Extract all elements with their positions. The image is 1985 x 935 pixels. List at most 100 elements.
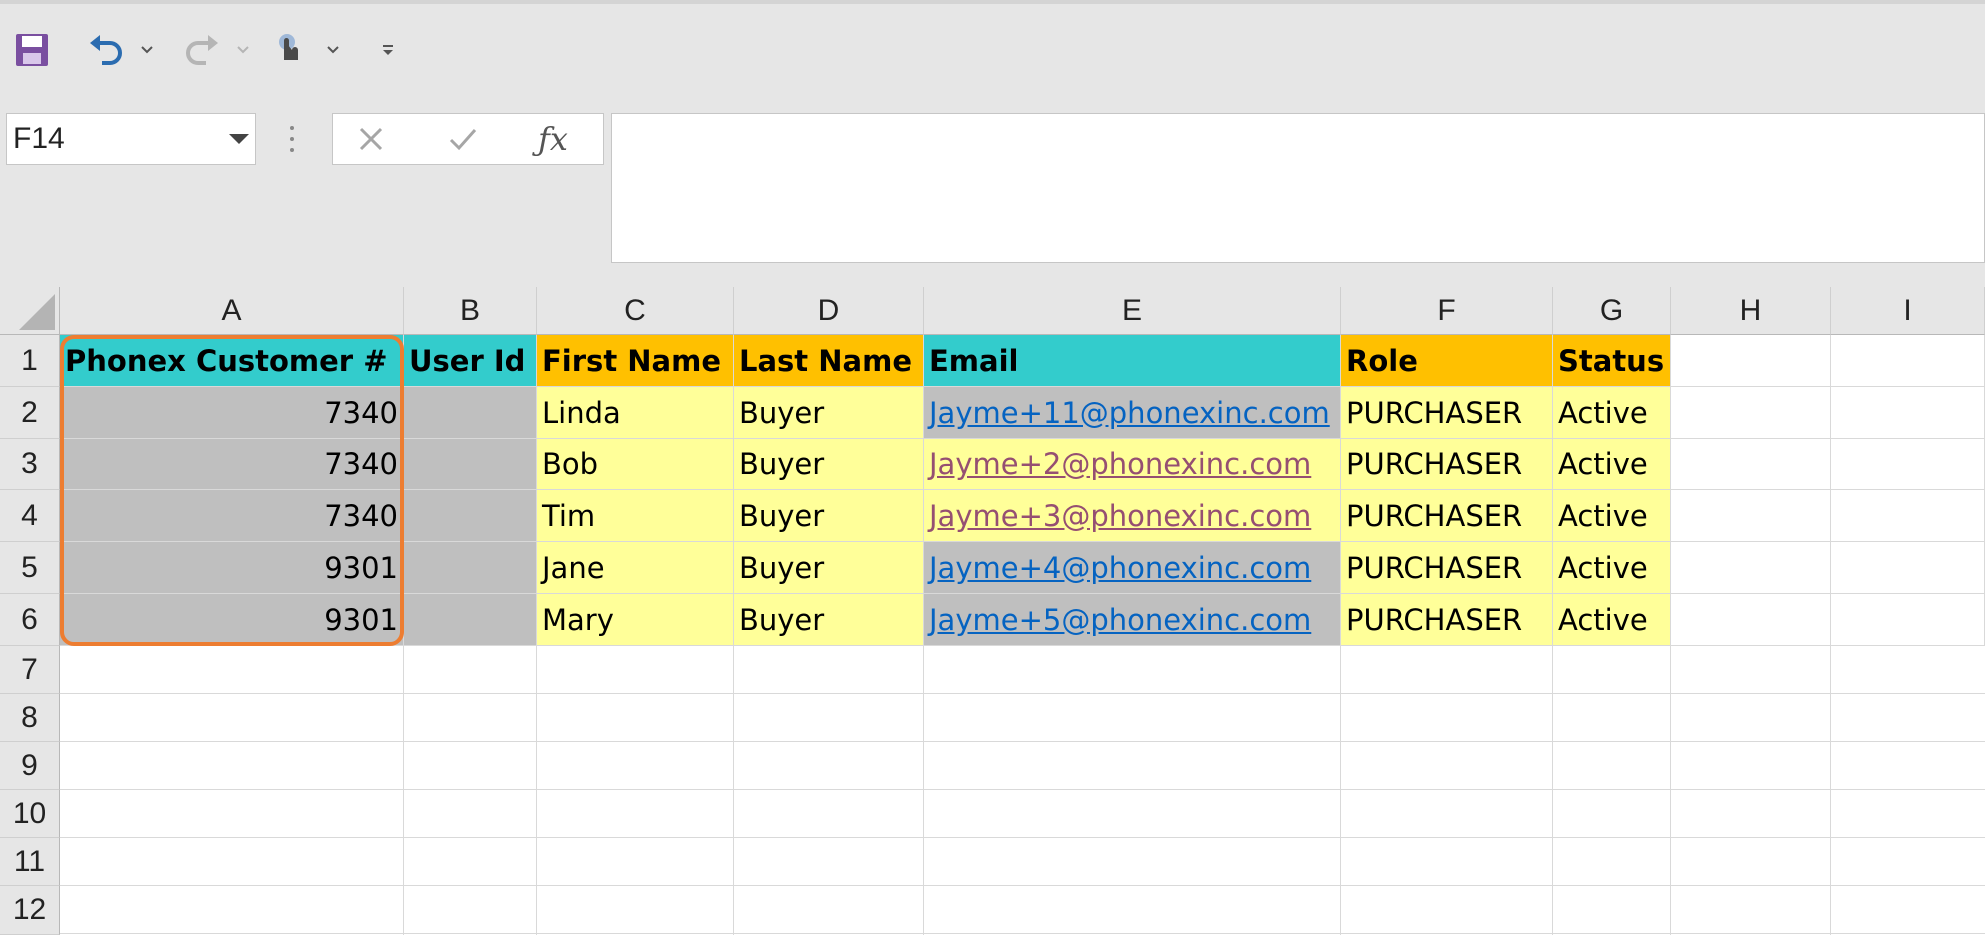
- touch-mode-dropdown[interactable]: [324, 28, 342, 72]
- cell-d5[interactable]: Buyer: [734, 542, 924, 594]
- cell-e1[interactable]: Email: [924, 335, 1341, 387]
- save-button[interactable]: [12, 28, 52, 72]
- cell-d1[interactable]: Last Name: [734, 335, 924, 387]
- cell-f2[interactable]: PURCHASER: [1341, 387, 1553, 439]
- column-header-c[interactable]: C: [537, 287, 734, 335]
- row-header-10[interactable]: 10: [0, 790, 60, 838]
- cell-c4[interactable]: Tim: [537, 490, 734, 542]
- formula-input[interactable]: [611, 113, 1985, 263]
- cell-f1[interactable]: Role: [1341, 335, 1553, 387]
- row-header-2[interactable]: 2: [0, 387, 60, 439]
- cell-b4[interactable]: [404, 490, 537, 542]
- column-header-a[interactable]: A: [60, 287, 404, 335]
- cell-f6[interactable]: PURCHASER: [1341, 594, 1553, 646]
- cell-f3[interactable]: PURCHASER: [1341, 439, 1553, 490]
- cell-g5[interactable]: Active: [1553, 542, 1671, 594]
- email-link[interactable]: Jayme+4@phonexinc.com: [929, 551, 1311, 585]
- cell-i4[interactable]: [1831, 490, 1985, 542]
- column-header-b[interactable]: B: [404, 287, 537, 335]
- cell-b1[interactable]: User Id: [404, 335, 537, 387]
- cell-i3[interactable]: [1831, 439, 1985, 490]
- email-link[interactable]: Jayme+11@phonexinc.com: [929, 396, 1330, 430]
- cell-i2[interactable]: [1831, 387, 1985, 439]
- undo-button[interactable]: [84, 28, 128, 72]
- row-header-3[interactable]: 3: [0, 439, 60, 490]
- customize-toolbar-icon: [383, 45, 393, 55]
- cell-a5[interactable]: 9301: [60, 542, 404, 594]
- column-header-i[interactable]: I: [1831, 287, 1985, 335]
- row-header-12[interactable]: 12: [0, 886, 60, 935]
- cell-g3[interactable]: Active: [1553, 439, 1671, 490]
- cell-e6[interactable]: Jayme+5@phonexinc.com: [924, 594, 1341, 646]
- cell-b6[interactable]: [404, 594, 537, 646]
- cell-e3[interactable]: Jayme+2@phonexinc.com: [924, 439, 1341, 490]
- row-header-11[interactable]: 11: [0, 838, 60, 886]
- cell-c5[interactable]: Jane: [537, 542, 734, 594]
- cell-h1[interactable]: [1671, 335, 1831, 387]
- cell-h2[interactable]: [1671, 387, 1831, 439]
- cell-c3[interactable]: Bob: [537, 439, 734, 490]
- empty-rows[interactable]: [60, 646, 1985, 935]
- name-box-dropdown-icon[interactable]: [229, 134, 249, 144]
- column-header-h[interactable]: H: [1671, 287, 1831, 335]
- cell-h4[interactable]: [1671, 490, 1831, 542]
- cell-e4[interactable]: Jayme+3@phonexinc.com: [924, 490, 1341, 542]
- cell-c2[interactable]: Linda: [537, 387, 734, 439]
- formula-bar: F14 ƒx: [0, 110, 1985, 263]
- cell-d3[interactable]: Buyer: [734, 439, 924, 490]
- column-header-e[interactable]: E: [924, 287, 1341, 335]
- row-header-6[interactable]: 6: [0, 594, 60, 646]
- row-header-5[interactable]: 5: [0, 542, 60, 594]
- email-link[interactable]: Jayme+5@phonexinc.com: [929, 603, 1311, 637]
- name-box[interactable]: F14: [6, 113, 256, 165]
- email-link[interactable]: Jayme+2@phonexinc.com: [929, 447, 1311, 481]
- email-link[interactable]: Jayme+3@phonexinc.com: [929, 499, 1311, 533]
- cell-d4[interactable]: Buyer: [734, 490, 924, 542]
- cell-i6[interactable]: [1831, 594, 1985, 646]
- column-header-g[interactable]: G: [1553, 287, 1671, 335]
- row-header-9[interactable]: 9: [0, 742, 60, 790]
- cell-d6[interactable]: Buyer: [734, 594, 924, 646]
- cell-c1[interactable]: First Name: [537, 335, 734, 387]
- cell-g4[interactable]: Active: [1553, 490, 1671, 542]
- cell-f5[interactable]: PURCHASER: [1341, 542, 1553, 594]
- cell-b5[interactable]: [404, 542, 537, 594]
- cell-i1[interactable]: [1831, 335, 1985, 387]
- cell-b2[interactable]: [404, 387, 537, 439]
- cell-a3[interactable]: 7340: [60, 439, 404, 490]
- column-header-d[interactable]: D: [734, 287, 924, 335]
- cell-b3[interactable]: [404, 439, 537, 490]
- insert-function-button[interactable]: ƒx: [531, 114, 575, 164]
- cell-e5[interactable]: Jayme+4@phonexinc.com: [924, 542, 1341, 594]
- cell-c6[interactable]: Mary: [537, 594, 734, 646]
- cell-h6[interactable]: [1671, 594, 1831, 646]
- cell-a4[interactable]: 7340: [60, 490, 404, 542]
- worksheet-grid[interactable]: A B C D E F G H I 1 2 3 4 5 6 7 8 9 10 1…: [0, 287, 1985, 935]
- select-all-button[interactable]: [0, 287, 60, 335]
- cell-a2[interactable]: 7340: [60, 387, 404, 439]
- enter-button[interactable]: [443, 114, 483, 164]
- row-header-7[interactable]: 7: [0, 646, 60, 694]
- cell-d2[interactable]: Buyer: [734, 387, 924, 439]
- redo-dropdown[interactable]: [234, 28, 252, 72]
- cell-i5[interactable]: [1831, 542, 1985, 594]
- row-header-1[interactable]: 1: [0, 335, 60, 387]
- redo-button[interactable]: [180, 28, 224, 72]
- cell-g2[interactable]: Active: [1553, 387, 1671, 439]
- cell-a6[interactable]: 9301: [60, 594, 404, 646]
- cell-e2[interactable]: Jayme+11@phonexinc.com: [924, 387, 1341, 439]
- row-header-4[interactable]: 4: [0, 490, 60, 542]
- column-header-f[interactable]: F: [1341, 287, 1553, 335]
- cell-h3[interactable]: [1671, 439, 1831, 490]
- formula-bar-grip[interactable]: [290, 126, 294, 154]
- undo-dropdown[interactable]: [138, 28, 156, 72]
- cancel-button[interactable]: [351, 114, 391, 164]
- cell-h5[interactable]: [1671, 542, 1831, 594]
- cell-a1[interactable]: Phonex Customer #: [60, 335, 404, 387]
- row-header-8[interactable]: 8: [0, 694, 60, 742]
- customize-toolbar-button[interactable]: [378, 28, 398, 72]
- cell-g6[interactable]: Active: [1553, 594, 1671, 646]
- cell-g1[interactable]: Status: [1553, 335, 1671, 387]
- touch-mode-button[interactable]: [270, 28, 310, 72]
- cell-f4[interactable]: PURCHASER: [1341, 490, 1553, 542]
